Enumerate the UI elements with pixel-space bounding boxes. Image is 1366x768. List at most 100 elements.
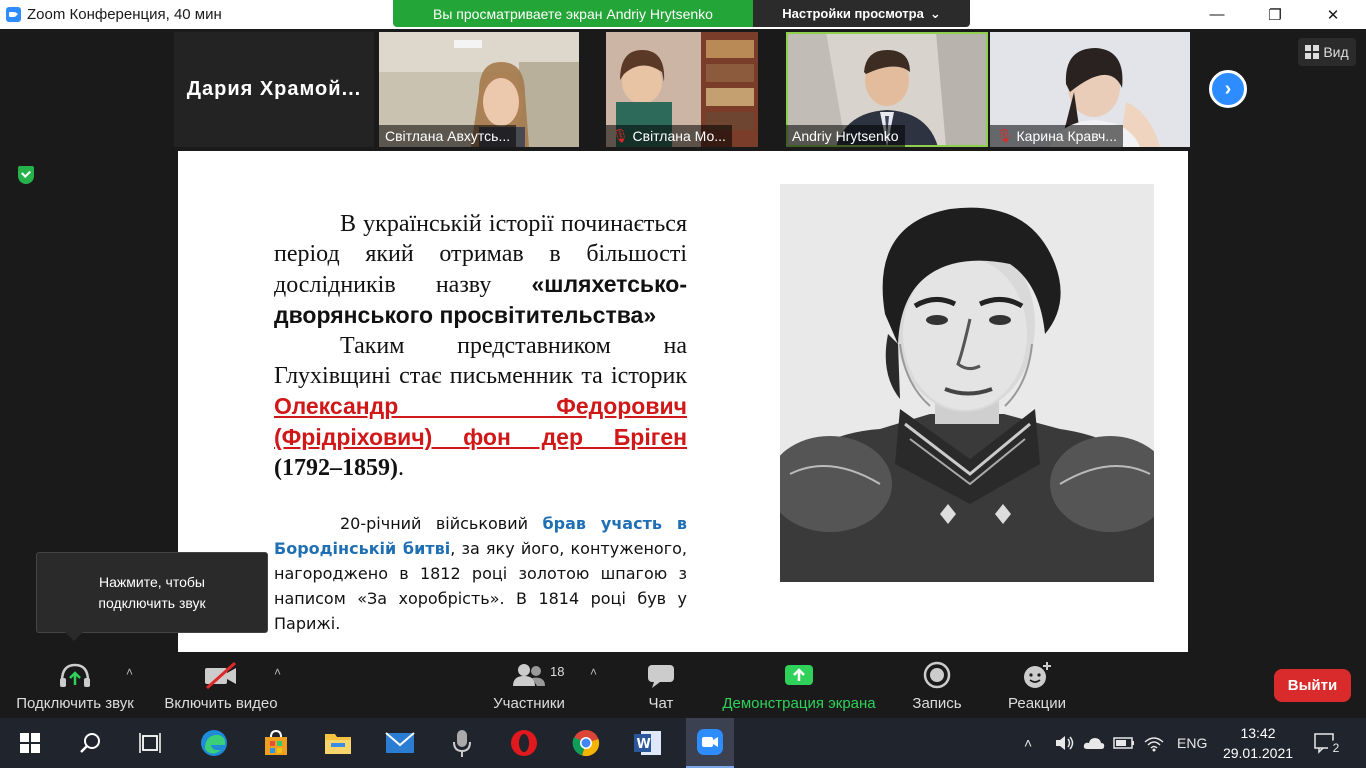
participant-name-label: 🎙 Карина Кравч... — [990, 125, 1123, 147]
file-explorer-icon[interactable] — [314, 718, 362, 768]
chrome-icon[interactable] — [562, 718, 610, 768]
slide-main-text: В українській історії починається період… — [274, 209, 687, 483]
opera-icon[interactable] — [500, 718, 548, 768]
record-button[interactable]: Запись — [906, 655, 968, 717]
slide-text-run: Таким представником на Глухівщині стає п… — [274, 333, 687, 389]
participant-tile-4[interactable]: 🎙 Карина Кравч... — [990, 32, 1190, 147]
share-banner-text: Вы просматриваете экран Andriy Hrytsenko — [433, 5, 713, 22]
zoom-icon[interactable] — [686, 718, 734, 768]
system-clock[interactable]: 13:42 29.01.2021 — [1218, 723, 1298, 763]
search-icon[interactable] — [66, 718, 114, 768]
zoom-app-icon — [6, 7, 21, 22]
show-hidden-icons-button[interactable]: ˄ — [1024, 718, 1032, 768]
screen-share-banner: Вы просматриваете экран Andriy Hrytsenko — [393, 0, 753, 27]
muted-microphone-icon: 🎙 — [996, 128, 1013, 143]
participant-name: Світлана Авхутсь... — [385, 128, 511, 144]
slide-paragraph-2: Таким представником на Глухівщині стає п… — [274, 331, 687, 483]
muted-microphone-icon: 🎙 — [612, 128, 629, 143]
join-audio-label: Подключить звук — [16, 695, 134, 712]
edge-icon[interactable] — [190, 718, 238, 768]
word-icon[interactable]: W — [624, 718, 672, 768]
svg-text:W: W — [637, 737, 651, 752]
slide-paragraph-3: 20-річний військовий брав участь в Бород… — [274, 511, 687, 636]
chat-icon — [648, 665, 674, 688]
slide-secondary-text: 20-річний військовий брав участь в Бород… — [274, 511, 687, 636]
participant-tile-1[interactable]: Світлана Авхутсь... — [379, 32, 579, 147]
store-icon[interactable] — [252, 718, 300, 768]
voice-recorder-icon[interactable] — [438, 718, 486, 768]
video-off-icon — [205, 661, 236, 689]
notification-count-badge: 2 — [1328, 740, 1344, 756]
share-screen-icon — [785, 665, 813, 685]
participant-name: Andriy Hrytsenko — [792, 128, 899, 144]
participant-thumbnail-strip: Дария Храмой... Світлана Авхутсь... 🎙 Св… — [174, 32, 1194, 148]
volume-icon[interactable] — [1054, 718, 1076, 768]
video-options-caret-icon[interactable]: ˄ — [274, 665, 281, 679]
wifi-icon[interactable] — [1143, 718, 1165, 768]
chevron-right-icon: › — [1224, 77, 1232, 100]
view-button[interactable]: Вид — [1298, 38, 1356, 66]
slide-paragraph-1: В українській історії починається період… — [274, 209, 687, 331]
join-audio-button[interactable]: Подключить звук — [10, 655, 140, 717]
window-title: Zoom Конференция, 40 мин — [27, 6, 222, 23]
grid-icon — [1305, 45, 1320, 59]
windows-taskbar: W ˄ ENG 13:42 29.01.2021 2 — [0, 718, 1366, 768]
shared-screen-slide: В українській історії починається період… — [178, 151, 1188, 652]
tooltip-line-1: Нажмите, чтобы — [99, 573, 205, 590]
next-page-button[interactable]: › — [1209, 70, 1247, 108]
chat-button[interactable]: Чат — [636, 655, 686, 717]
slide-text-run: . — [397, 455, 404, 481]
participant-tile-3[interactable]: Andriy Hrytsenko — [786, 32, 988, 147]
reactions-label: Реакции — [1008, 695, 1066, 712]
participant-name-label: 🎙 Світлана Мо... — [606, 125, 732, 147]
slide-years: (1792–1859) — [274, 455, 398, 481]
slide-text-run: 20-річний військовий — [340, 514, 543, 533]
participant-name: Дария Храмой... — [186, 78, 362, 100]
participant-name-label: Andriy Hrytsenko — [786, 125, 905, 147]
emoji-reaction-icon — [1024, 662, 1051, 688]
record-icon — [923, 661, 951, 689]
meeting-toolbar: Подключить звук ˄ Включить видео ˄ Участ… — [0, 655, 1366, 717]
participant-tile-2[interactable]: 🎙 Світлана Мо... — [606, 32, 758, 147]
start-video-label: Включить видео — [164, 695, 278, 712]
windows-start-icon[interactable] — [6, 718, 54, 768]
headphones-icon — [60, 663, 90, 687]
audio-options-caret-icon[interactable]: ˄ — [126, 665, 133, 679]
notification-center-button[interactable]: 2 — [1314, 718, 1344, 768]
maximize-button[interactable]: ❐ — [1252, 0, 1298, 29]
tooltip-line-2: подключить звук — [98, 594, 206, 611]
join-audio-tooltip: Нажмите, чтобы подключить звук — [36, 552, 268, 641]
participant-tile-name-only[interactable]: Дария Храмой... — [174, 32, 374, 147]
view-options-label: Настройки просмотра — [782, 6, 924, 21]
onedrive-icon[interactable] — [1083, 718, 1105, 768]
chevron-down-icon: ⌄ — [929, 5, 941, 21]
chevron-up-icon: ˄ — [1024, 735, 1033, 751]
participants-label: Участники — [493, 695, 565, 712]
input-language-indicator[interactable]: ENG — [1177, 718, 1207, 768]
start-video-button[interactable]: Включить видео — [160, 655, 282, 717]
view-options-button[interactable]: Настройки просмотра ⌄ — [753, 0, 970, 27]
battery-icon[interactable] — [1113, 718, 1135, 768]
encryption-shield-icon[interactable] — [12, 160, 40, 190]
reactions-button[interactable]: Реакции — [1004, 655, 1070, 717]
slide-person-name: Олександр Федорович (Фрідріхович) фон де… — [274, 393, 687, 450]
view-button-label: Вид — [1323, 44, 1349, 60]
participants-count: 18 — [550, 664, 565, 679]
share-screen-button[interactable]: Демонстрация экрана — [718, 655, 880, 717]
minimize-button[interactable]: — — [1194, 0, 1240, 29]
leave-meeting-button[interactable]: Выйти — [1274, 669, 1351, 702]
participant-name-label: Світлана Авхутсь... — [379, 125, 517, 147]
record-label: Запись — [912, 695, 962, 712]
language-label: ENG — [1177, 735, 1208, 751]
mail-icon[interactable] — [376, 718, 424, 768]
clock-date: 29.01.2021 — [1222, 745, 1294, 761]
clock-time: 13:42 — [1240, 725, 1276, 741]
task-view-icon[interactable] — [126, 718, 174, 768]
participants-options-caret-icon[interactable]: ˄ — [590, 665, 597, 679]
close-button[interactable]: ✕ — [1310, 0, 1356, 29]
participants-icon — [513, 664, 545, 686]
participant-name: Карина Кравч... — [1016, 128, 1117, 144]
portrait-image — [780, 184, 1154, 582]
share-screen-label: Демонстрация экрана — [722, 695, 876, 712]
chat-label: Чат — [648, 695, 674, 712]
